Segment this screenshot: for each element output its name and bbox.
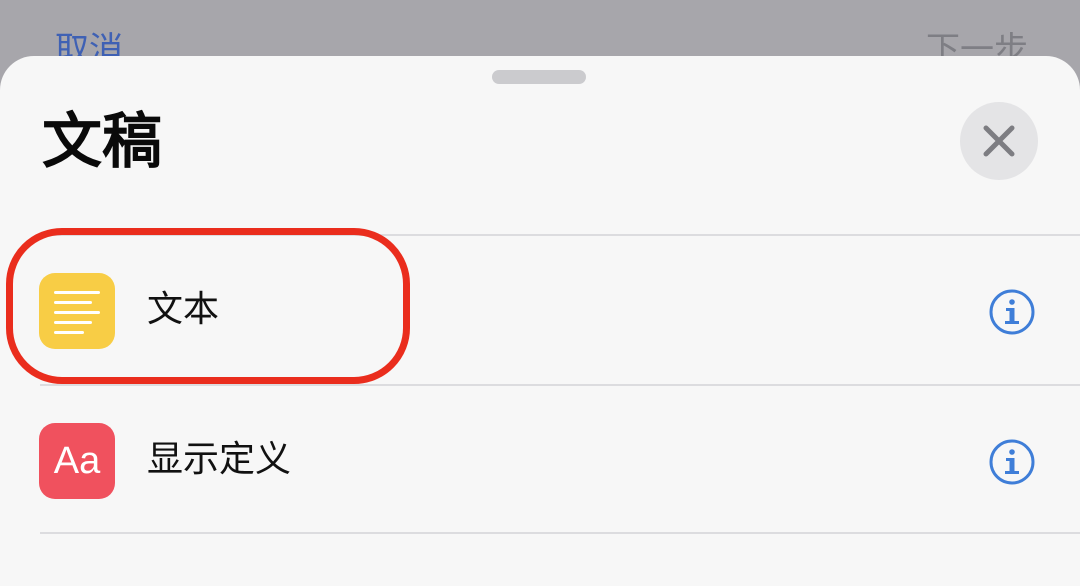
info-icon[interactable] bbox=[988, 438, 1036, 486]
close-icon bbox=[983, 125, 1015, 157]
list-item-show-definition[interactable]: Aa 显示定义 bbox=[0, 386, 1080, 534]
sheet-title: 文稿 bbox=[42, 107, 162, 177]
sheet-grabber[interactable] bbox=[492, 70, 586, 84]
divider bbox=[40, 532, 1080, 534]
dictionary-glyph: Aa bbox=[53, 440, 101, 482]
highlight-annotation bbox=[6, 228, 410, 384]
list-item-label: 显示定义 bbox=[147, 439, 292, 480]
close-button[interactable] bbox=[960, 102, 1038, 180]
info-icon[interactable] bbox=[988, 288, 1036, 336]
dictionary-icon: Aa bbox=[39, 423, 115, 499]
